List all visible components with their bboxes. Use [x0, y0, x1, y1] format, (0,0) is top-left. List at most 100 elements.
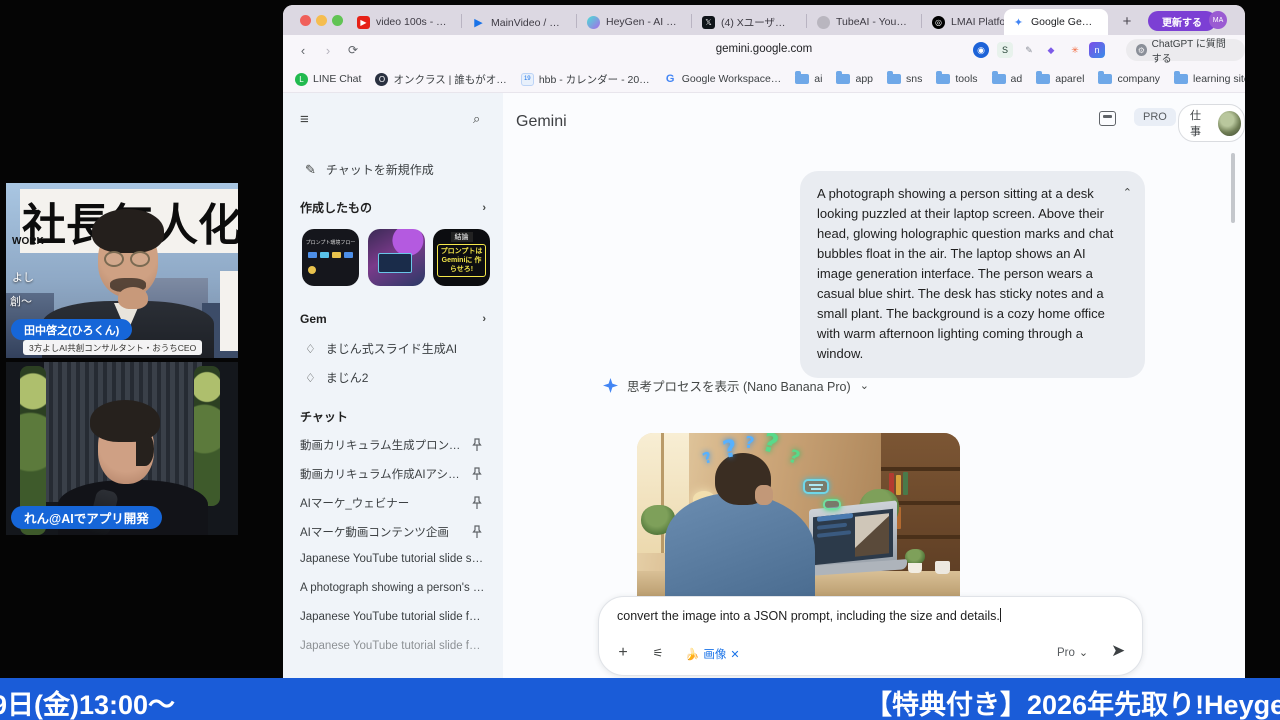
gem-item-majin2[interactable]: ♢ まじん2	[305, 369, 368, 386]
model-label: Pro	[1057, 647, 1075, 659]
tab-tubeai[interactable]: TubeAI - YouTub	[809, 9, 916, 35]
bookmark-folder-ai[interactable]: ai	[795, 73, 822, 85]
gem-section-header[interactable]: Gem ›	[300, 312, 486, 326]
new-chat-button[interactable]: ✎ チャットを新規作成	[305, 161, 434, 178]
chat-item-label: A photograph showing a person's ha...	[300, 582, 486, 594]
tab-label: TubeAI - YouTub	[836, 16, 908, 28]
scrollbar-thumb[interactable]	[1231, 153, 1235, 223]
tab-separator	[461, 14, 462, 28]
bookmark-google-workspace[interactable]: G Google Workspace…	[664, 73, 782, 86]
created-thumbnail-1[interactable]: プロンプト環境フロー	[302, 229, 359, 286]
bookmark-folder-aparel[interactable]: aparel	[1036, 73, 1084, 85]
image-chat-bubble	[803, 479, 829, 494]
extension-icon-blue[interactable]: ◉	[973, 42, 989, 58]
created-thumbnail-2[interactable]	[368, 229, 425, 286]
bookmark-onclass[interactable]: O オンクラス | 誰もがオ…	[375, 72, 506, 87]
workspace-profile-button[interactable]: 仕事	[1178, 104, 1245, 142]
prompt-input-text[interactable]: convert the image into a JSON prompt, in…	[617, 608, 1117, 623]
gemini-app-title: Gemini	[516, 113, 567, 131]
extension-icon-clip[interactable]: ✎	[1021, 42, 1037, 58]
extension-icon-s[interactable]: S	[997, 42, 1013, 58]
thinking-process-toggle[interactable]: 思考プロセスを表示 (Nano Banana Pro) ⌄	[603, 376, 869, 395]
folder-icon	[992, 74, 1006, 84]
bookmark-hbb-calendar[interactable]: 19 hbb - カレンダー - 20…	[521, 72, 650, 87]
model-selector[interactable]: Pro ⌄	[1057, 646, 1088, 659]
chevron-right-icon: ›	[482, 202, 486, 214]
gem-label: まじん2	[326, 369, 369, 386]
remove-attachment-icon[interactable]: ✕	[730, 648, 739, 661]
cam2-plant-right	[194, 366, 220, 506]
browser-profile-avatar[interactable]: MA	[1209, 11, 1227, 29]
chat-item-pinned-3[interactable]: AIマーケ_ウェビナー	[300, 495, 486, 511]
chat-item-recent-4[interactable]: Japanese YouTube tutorial slide for LI..…	[300, 640, 486, 652]
bookmark-line-chat[interactable]: L LINE Chat	[295, 73, 361, 86]
tab-mainvideo[interactable]: ▶ MainVideo / 01 【	[464, 9, 571, 35]
send-button[interactable]: ➤	[1111, 641, 1125, 661]
bookmark-folder-sns[interactable]: sns	[887, 73, 922, 85]
folder-icon	[1098, 74, 1112, 84]
new-chat-label: チャットを新規作成	[326, 161, 434, 178]
cam1-backdrop-word: WORK	[12, 236, 44, 247]
tab-strip: ▶ video 100s - You ▶ MainVideo / 01 【 He…	[283, 5, 1245, 35]
image-person-face-edge	[755, 485, 773, 505]
extension-icon-n[interactable]: n	[1089, 42, 1105, 58]
image-attachment-chip[interactable]: 🍌 画像 ✕	[685, 646, 740, 662]
created-thumbnail-3[interactable]: 結論 プロンプトは Geminiに 作らせろ!	[433, 229, 490, 286]
prompt-input-box[interactable]: convert the image into a JSON prompt, in…	[598, 596, 1143, 676]
new-chat-icon: ✎	[305, 162, 316, 178]
image-book	[896, 475, 901, 495]
created-section-header[interactable]: 作成したもの ›	[300, 199, 486, 216]
tab-video100s[interactable]: ▶ video 100s - You	[349, 9, 456, 35]
heygen-favicon	[587, 16, 600, 29]
browser-toolbar: ‹ › ⟳ gemini.google.com ◉ S ✎ ◆ ✳ n ⚙ Ch…	[283, 35, 1245, 66]
bookmark-folder-ad[interactable]: ad	[992, 73, 1023, 85]
collapse-chevron-icon[interactable]: ⌃	[1123, 183, 1132, 203]
add-attachment-button[interactable]: +	[613, 643, 633, 663]
chevron-right-icon: ›	[482, 313, 486, 325]
chat-item-pinned-4[interactable]: AIマーケ動画コンテンツ企画	[300, 524, 486, 540]
bookmark-folder-app[interactable]: app	[836, 73, 873, 85]
chat-item-recent-2[interactable]: A photograph showing a person's ha...	[300, 582, 486, 594]
thumbnail-tag: 結論	[451, 232, 473, 242]
archive-icon[interactable]	[1099, 111, 1116, 126]
pro-badge: PRO	[1134, 108, 1176, 126]
chat-item-pinned-2[interactable]: 動画カリキュラム作成AIアシスタ...	[300, 466, 486, 482]
bookmark-label: hbb - カレンダー - 20…	[539, 72, 650, 87]
generated-image[interactable]: ? ? ? ? ?	[637, 433, 960, 598]
cam1-backdrop-side-panel	[220, 271, 238, 351]
ask-chatgpt-button[interactable]: ⚙ ChatGPT に質問する	[1126, 39, 1245, 61]
extension-icon-drop[interactable]: ◆	[1043, 42, 1059, 58]
chat-item-recent-3[interactable]: Japanese YouTube tutorial slide for c...	[300, 611, 486, 623]
close-window-button[interactable]	[300, 15, 311, 26]
ticker-title-text: 【特典付き】2026年先取り!Heygen	[865, 683, 1280, 720]
cam2-hair-side	[136, 432, 154, 466]
tab-google-gemini-active[interactable]: ✦ Google Gemini	[1004, 9, 1108, 35]
chevron-down-icon: ⌄	[860, 379, 869, 392]
pin-icon	[472, 467, 482, 481]
tab-x[interactable]: 𝕏 (4) Xユーザーのト	[694, 9, 801, 35]
bookmark-folder-company[interactable]: company	[1098, 73, 1160, 85]
text-cursor	[1000, 608, 1001, 622]
bookmark-folder-tools[interactable]: tools	[936, 73, 977, 85]
extension-icon-star[interactable]: ✳	[1067, 42, 1083, 58]
search-icon[interactable]: ⌕	[473, 111, 480, 127]
chat-item-label: AIマーケ_ウェビナー	[300, 495, 462, 511]
webcam-tanaka: 社長無人化 WORK よし 創〜 田中啓之(ひろくん) 3方よしAI共創コンサル…	[6, 183, 238, 358]
chat-item-pinned-1[interactable]: 動画カリキュラム生成プロンプト...	[300, 437, 486, 453]
update-button[interactable]: 更新する	[1148, 11, 1216, 31]
minimize-window-button[interactable]	[316, 15, 327, 26]
gem-icon: ♢	[305, 342, 316, 356]
calendar-icon: 19	[521, 73, 534, 86]
zoom-window-button[interactable]	[332, 15, 343, 26]
user-message-text: A photograph showing a person sitting at…	[817, 186, 1113, 361]
gem-item-majin-slide[interactable]: ♢ まじん式スライド生成AI	[305, 340, 457, 357]
bookmark-label: sns	[906, 73, 922, 85]
menu-icon[interactable]: ≡	[300, 111, 309, 128]
chat-item-recent-1[interactable]: Japanese YouTube tutorial slide show...	[300, 553, 486, 565]
bookmark-folder-learning-site[interactable]: learning site	[1174, 73, 1245, 85]
image-window-frame	[661, 433, 664, 553]
chat-item-label: Japanese YouTube tutorial slide for LI..…	[300, 640, 486, 652]
tools-tune-button[interactable]: ⚟	[648, 643, 668, 663]
tab-heygen[interactable]: HeyGen - AI Spo	[579, 9, 686, 35]
new-tab-button[interactable]: +	[1115, 9, 1139, 33]
